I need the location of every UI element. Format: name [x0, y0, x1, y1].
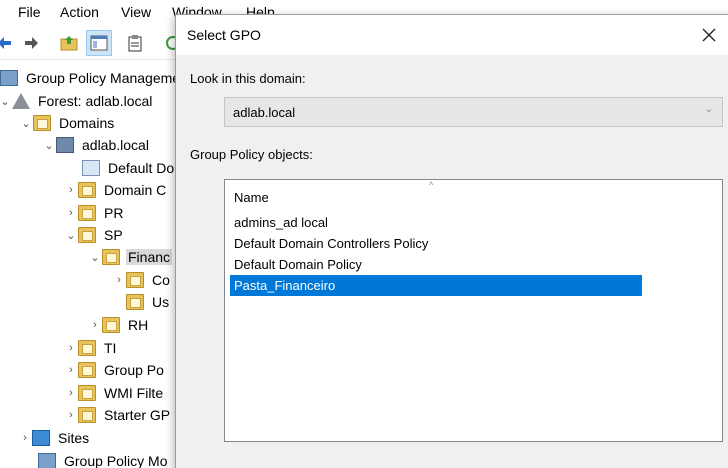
- gpm-icon: [38, 453, 56, 468]
- tree-item-domains[interactable]: ⌄ Domains: [19, 112, 116, 134]
- tree-item-group-policy-modeling[interactable]: Group Policy Mo: [38, 450, 169, 468]
- select-gpo-dialog: Select GPO Look in this domain: adlab.lo…: [175, 14, 728, 468]
- tree-item-forest[interactable]: ⌄ Forest: adlab.local: [0, 90, 154, 112]
- forward-icon[interactable]: [18, 30, 44, 56]
- objects-label: Group Policy objects:: [190, 147, 313, 162]
- tree-item-pr[interactable]: › PR: [64, 202, 125, 224]
- list-item-selected[interactable]: Pasta_Financeiro: [230, 275, 642, 296]
- tree-item-default-domain-policy[interactable]: Default Do: [82, 157, 176, 179]
- chevron-right-icon[interactable]: ›: [64, 387, 78, 399]
- console-tree: Group Policy Manageme ⌄ Forest: adlab.lo…: [0, 64, 180, 468]
- tree-item-sp[interactable]: ⌄ SP: [64, 224, 125, 246]
- tree-item-adlab-local[interactable]: ⌄ adlab.local: [42, 134, 151, 156]
- chevron-right-icon[interactable]: ›: [64, 184, 78, 196]
- chevron-right-icon[interactable]: ›: [64, 207, 78, 219]
- gpm-icon: [0, 70, 18, 86]
- tree-item-usuarios[interactable]: Us: [126, 291, 171, 313]
- chevron-down-icon[interactable]: ⌄: [19, 117, 33, 130]
- tree-item-financeiro[interactable]: ⌄ Financ: [88, 246, 173, 268]
- chevron-right-icon[interactable]: ›: [64, 409, 78, 421]
- folder-icon: [102, 249, 120, 265]
- folder-icon: [126, 294, 144, 310]
- folder-icon: [78, 385, 96, 401]
- list-item[interactable]: admins_ad local: [230, 212, 642, 233]
- sites-icon: [32, 430, 50, 446]
- dialog-title: Select GPO: [187, 27, 261, 43]
- forest-icon: [12, 93, 30, 109]
- chevron-down-icon[interactable]: ⌄: [42, 139, 56, 152]
- folder-icon: [78, 362, 96, 378]
- tree-item-ti[interactable]: › TI: [64, 337, 118, 359]
- tree-item-group-policy-objects[interactable]: › Group Po: [64, 359, 166, 381]
- folder-icon: [78, 340, 96, 356]
- tree-item-sites[interactable]: › Sites: [18, 427, 91, 449]
- dialog-titlebar: Select GPO: [176, 15, 728, 55]
- tree-item-group-policy-management[interactable]: Group Policy Manageme: [0, 67, 180, 89]
- sort-caret-icon: ^: [429, 180, 434, 190]
- list-header: ^ Name: [225, 180, 722, 212]
- tree-item-computadores[interactable]: › Co: [112, 269, 172, 291]
- folder-icon: [126, 272, 144, 288]
- menu-action[interactable]: Action: [60, 4, 99, 20]
- domain-select[interactable]: adlab.local ⌄: [224, 97, 723, 127]
- close-icon[interactable]: [698, 24, 720, 46]
- folder-icon: [78, 407, 96, 423]
- domain-select-value: adlab.local: [233, 104, 296, 120]
- folder-icon: [33, 115, 51, 131]
- folder-icon: [78, 182, 96, 198]
- properties-icon[interactable]: [122, 30, 148, 56]
- up-folder-icon[interactable]: [56, 30, 82, 56]
- column-header-name[interactable]: Name: [234, 190, 269, 205]
- domain-icon: [56, 137, 74, 153]
- chevron-right-icon[interactable]: ›: [64, 342, 78, 354]
- chevron-right-icon[interactable]: ›: [88, 319, 102, 331]
- chevron-down-icon[interactable]: ⌄: [64, 229, 78, 242]
- list-item[interactable]: Default Domain Policy: [230, 254, 642, 275]
- list-item[interactable]: Default Domain Controllers Policy: [230, 233, 642, 254]
- tree-item-domain-controllers[interactable]: › Domain C: [64, 179, 168, 201]
- tree-item-wmi-filters[interactable]: › WMI Filte: [64, 382, 165, 404]
- back-icon[interactable]: [0, 30, 18, 56]
- folder-icon: [78, 227, 96, 243]
- tree-item-starter-gpos[interactable]: › Starter GP: [64, 404, 172, 426]
- tree-item-rh[interactable]: › RH: [88, 314, 150, 336]
- menu-view[interactable]: View: [121, 4, 151, 20]
- show-tree-icon[interactable]: [86, 30, 112, 56]
- folder-icon: [102, 317, 120, 333]
- chevron-down-icon[interactable]: ⌄: [705, 104, 713, 115]
- chevron-down-icon[interactable]: ⌄: [0, 95, 12, 108]
- gpo-list[interactable]: ^ Name admins_ad local Default Domain Co…: [224, 179, 723, 442]
- chevron-down-icon[interactable]: ⌄: [88, 251, 102, 264]
- domain-label: Look in this domain:: [190, 71, 306, 86]
- chevron-right-icon[interactable]: ›: [112, 274, 126, 286]
- gpo-link-icon: [82, 160, 100, 176]
- chevron-right-icon[interactable]: ›: [64, 364, 78, 376]
- folder-icon: [78, 205, 96, 221]
- chevron-right-icon[interactable]: ›: [18, 432, 32, 444]
- menu-file[interactable]: File: [18, 4, 41, 20]
